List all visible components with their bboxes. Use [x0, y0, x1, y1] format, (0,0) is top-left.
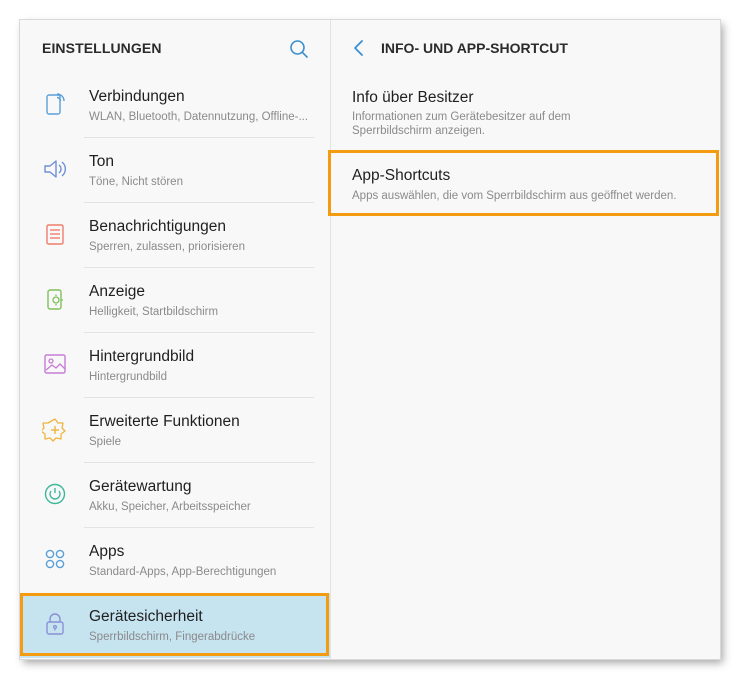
wallpaper-icon: [44, 354, 66, 374]
app-shortcuts-subtitle: Apps auswählen, die vom Sperrbildschirm …: [352, 190, 677, 202]
owner-info-item[interactable]: Info über Besitzer Informationen zum Ger…: [331, 73, 720, 153]
page-title: INFO- UND APP-SHORTCUT: [381, 40, 568, 56]
sidebar-item-subtitle: Spiele: [89, 436, 121, 448]
owner-info-subtitle: Informationen zum Gerätebesitzer auf dem…: [352, 111, 571, 137]
search-icon[interactable]: [288, 38, 310, 60]
sidebar-item-subtitle: Töne, Nicht stören: [89, 176, 183, 188]
device-maintenance-icon: [44, 483, 66, 505]
sidebar-item-subtitle: Akku, Speicher, Arbeitsspeicher: [89, 501, 251, 513]
advanced-features-icon: [42, 418, 66, 442]
sidebar-item-subtitle: Hintergrundbild: [89, 371, 167, 383]
detail-panel: INFO- UND APP-SHORTCUT Info über Besitze…: [328, 20, 720, 659]
sidebar-item-subtitle: Sperren, zulassen, priorisieren: [89, 241, 245, 253]
detail-header: INFO- UND APP-SHORTCUT: [331, 20, 720, 72]
app-shortcuts-item[interactable]: App-Shortcuts Apps auswählen, die vom Sp…: [331, 153, 720, 213]
sidebar-item-subtitle: Standard-Apps, App-Berechtigungen: [89, 566, 277, 578]
sidebar-item-label: Ton: [89, 153, 114, 170]
sidebar-item-label: Hintergrundbild: [89, 348, 195, 365]
sidebar-item-device-security[interactable]: Gerätesicherheit Sperrbildschirm, Finger…: [20, 593, 330, 658]
sidebar-title: EINSTELLUNGEN: [42, 40, 162, 56]
sidebar-item-subtitle: Sperrbildschirm, Fingerabdrücke: [89, 631, 256, 643]
app-shortcuts-label: App-Shortcuts: [352, 167, 451, 184]
sidebar-item-label: Gerätesicherheit: [89, 608, 203, 625]
lock-icon: [46, 613, 64, 635]
sidebar-item-advanced-features[interactable]: Erweiterte Funktionen Spiele: [20, 398, 330, 463]
sidebar-item-label: Benachrichtigungen: [89, 218, 227, 235]
sidebar-item-subtitle: Helligkeit, Startbildschirm: [89, 306, 219, 318]
sidebar-item-notifications[interactable]: Benachrichtigungen Sperren, zulassen, pr…: [20, 203, 330, 268]
display-icon: [47, 289, 63, 310]
sidebar-item-wallpaper[interactable]: Hintergrundbild Hintergrundbild: [20, 333, 330, 398]
sidebar-item-subtitle: WLAN, Bluetooth, Datennutzung, Offline-.…: [89, 111, 309, 123]
chevron-left-icon[interactable]: [351, 38, 367, 58]
sidebar-item-label: Verbindungen: [89, 88, 185, 105]
settings-window: EINSTELLUNGEN Verbindungen WLAN, Bluetoo…: [20, 20, 720, 659]
sidebar-item-label: Erweiterte Funktionen: [89, 413, 240, 430]
sidebar-item-display[interactable]: Anzeige Helligkeit, Startbildschirm: [20, 268, 330, 333]
sidebar-item-sound[interactable]: Ton Töne, Nicht stören: [20, 138, 330, 203]
sidebar-item-device-maintenance[interactable]: Gerätewartung Akku, Speicher, Arbeitsspe…: [20, 463, 330, 528]
speaker-icon: [44, 160, 66, 178]
sidebar-item-connections[interactable]: Verbindungen WLAN, Bluetooth, Datennutzu…: [20, 73, 330, 138]
sidebar-item-label: Anzeige: [89, 283, 146, 300]
connections-icon: [46, 93, 65, 115]
apps-icon: [45, 549, 65, 569]
sidebar-item-label: Apps: [89, 543, 125, 560]
sidebar-item-label: Gerätewartung: [89, 478, 192, 495]
sidebar-item-apps[interactable]: Apps Standard-Apps, App-Berechtigungen: [20, 528, 330, 593]
sidebar-header: EINSTELLUNGEN: [20, 20, 330, 72]
owner-info-label: Info über Besitzer: [352, 89, 474, 106]
settings-sidebar: EINSTELLUNGEN Verbindungen WLAN, Bluetoo…: [20, 20, 330, 659]
notification-icon: [46, 224, 64, 245]
